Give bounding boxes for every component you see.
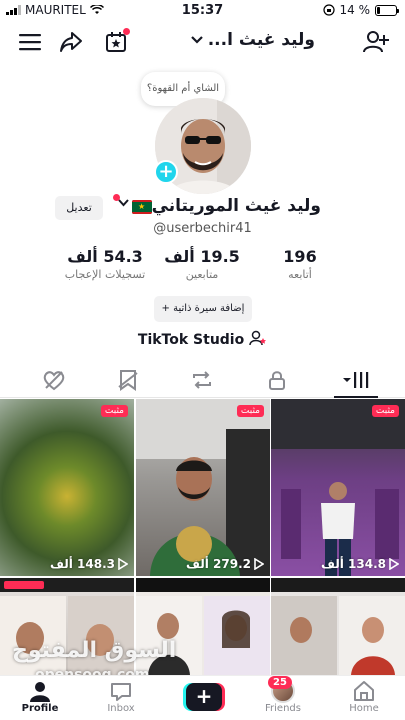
plus-icon: + [186, 683, 222, 711]
nav-home[interactable]: Home [329, 679, 399, 714]
pinned-badge: مثبت [371, 405, 399, 417]
orientation-lock-icon [322, 4, 335, 16]
display-name: وليد غيث الموريتاني [151, 196, 321, 216]
battery-percent: 14 % [339, 3, 371, 17]
likes-count: 54.3 ألف [67, 247, 143, 266]
tab-favorites[interactable] [108, 366, 148, 394]
creator-star-icon [249, 330, 267, 346]
view-count: 279.2 ألف [186, 557, 264, 571]
profile-icon [30, 682, 50, 702]
play-icon [389, 558, 399, 570]
tiktok-studio-link[interactable]: TikTok Studio [0, 330, 405, 348]
nav-inbox-label: Inbox [107, 703, 135, 714]
nav-profile-label: Profile [21, 703, 59, 714]
chevron-down-icon [190, 36, 203, 44]
create-button[interactable]: + [183, 683, 225, 711]
edit-profile-button[interactable]: تعديل [55, 196, 103, 220]
nav-friends[interactable]: 25 Friends [248, 676, 318, 714]
videos-grid-icon [343, 372, 369, 388]
content-tabs [0, 364, 405, 398]
header-title: وليد غيث ا... [207, 30, 315, 50]
video-thumbnail[interactable]: مثبت 279.2 ألف [136, 399, 270, 576]
video-thumbnail[interactable] [271, 578, 405, 675]
video-frame [271, 578, 405, 675]
account-switcher[interactable]: وليد غيث ا... [145, 30, 315, 50]
tab-videos[interactable] [334, 366, 378, 398]
notification-dot [123, 28, 130, 35]
bookmark-hidden-icon [118, 370, 138, 391]
inbox-icon [111, 683, 131, 701]
plus-icon: + [161, 303, 170, 314]
followers-count: 19.5 ألف [164, 247, 240, 266]
menu-icon[interactable] [16, 28, 44, 56]
video-frame [136, 399, 270, 576]
video-frame [271, 399, 405, 576]
add-story-button[interactable]: + [154, 160, 178, 184]
studio-label: TikTok Studio [137, 332, 245, 348]
repost-icon [193, 371, 211, 389]
mauritania-flag-icon: ★ [132, 200, 152, 214]
tab-private[interactable] [257, 366, 297, 394]
likes-label: تسجيلات الإعجاب [64, 268, 146, 281]
nav-profile[interactable]: Profile [5, 679, 75, 714]
tab-reposts[interactable] [182, 366, 222, 394]
heart-hidden-icon [43, 371, 65, 391]
following-count: 196 [283, 247, 317, 266]
followers-label: متابعين [185, 268, 219, 281]
view-count: 134.8 ألف [321, 557, 399, 571]
nav-friends-label: Friends [265, 703, 301, 714]
nav-home-label: Home [349, 703, 379, 714]
add-user-icon[interactable] [362, 28, 390, 56]
stat-likes[interactable]: 54.3 ألف تسجيلات الإعجاب [55, 247, 155, 281]
status-bar: MAURITEL 15:37 14 % [0, 0, 405, 22]
username: @userbechir41 [153, 221, 252, 236]
share-icon[interactable] [57, 28, 85, 56]
calendar-star-icon[interactable] [102, 28, 130, 56]
home-icon [354, 681, 374, 701]
bottom-navigation: Profile Inbox + 25 Friends Home [0, 675, 405, 720]
pinned-badge: مثبت [100, 405, 128, 417]
nav-inbox[interactable]: Inbox [86, 679, 156, 714]
video-thumbnail[interactable]: مثبت 148.3 ألف [0, 399, 134, 576]
video-thumbnail[interactable]: مثبت 134.8 ألف [271, 399, 405, 576]
add-bio-label: إضافة سيرة ذاتية [173, 303, 245, 314]
following-label: أتابعه [288, 268, 312, 281]
friends-badge: 25 [268, 676, 292, 689]
profile-header: وليد غيث ا... [0, 24, 405, 60]
play-icon [254, 558, 264, 570]
battery-icon [375, 4, 399, 16]
stat-following[interactable]: 196 أتابعه [250, 247, 350, 281]
pinned-badge: مثبت [236, 405, 264, 417]
add-bio-button[interactable]: إضافة سيرة ذاتية + [154, 296, 252, 322]
watermark-arabic: السوق المفتوح [12, 638, 177, 663]
play-icon [118, 558, 128, 570]
notification-dot [113, 194, 120, 201]
lock-icon [269, 371, 285, 390]
stat-followers[interactable]: 19.5 ألف متابعين [152, 247, 252, 281]
view-count: 148.3 ألف [50, 557, 128, 571]
tab-liked[interactable] [34, 366, 74, 394]
